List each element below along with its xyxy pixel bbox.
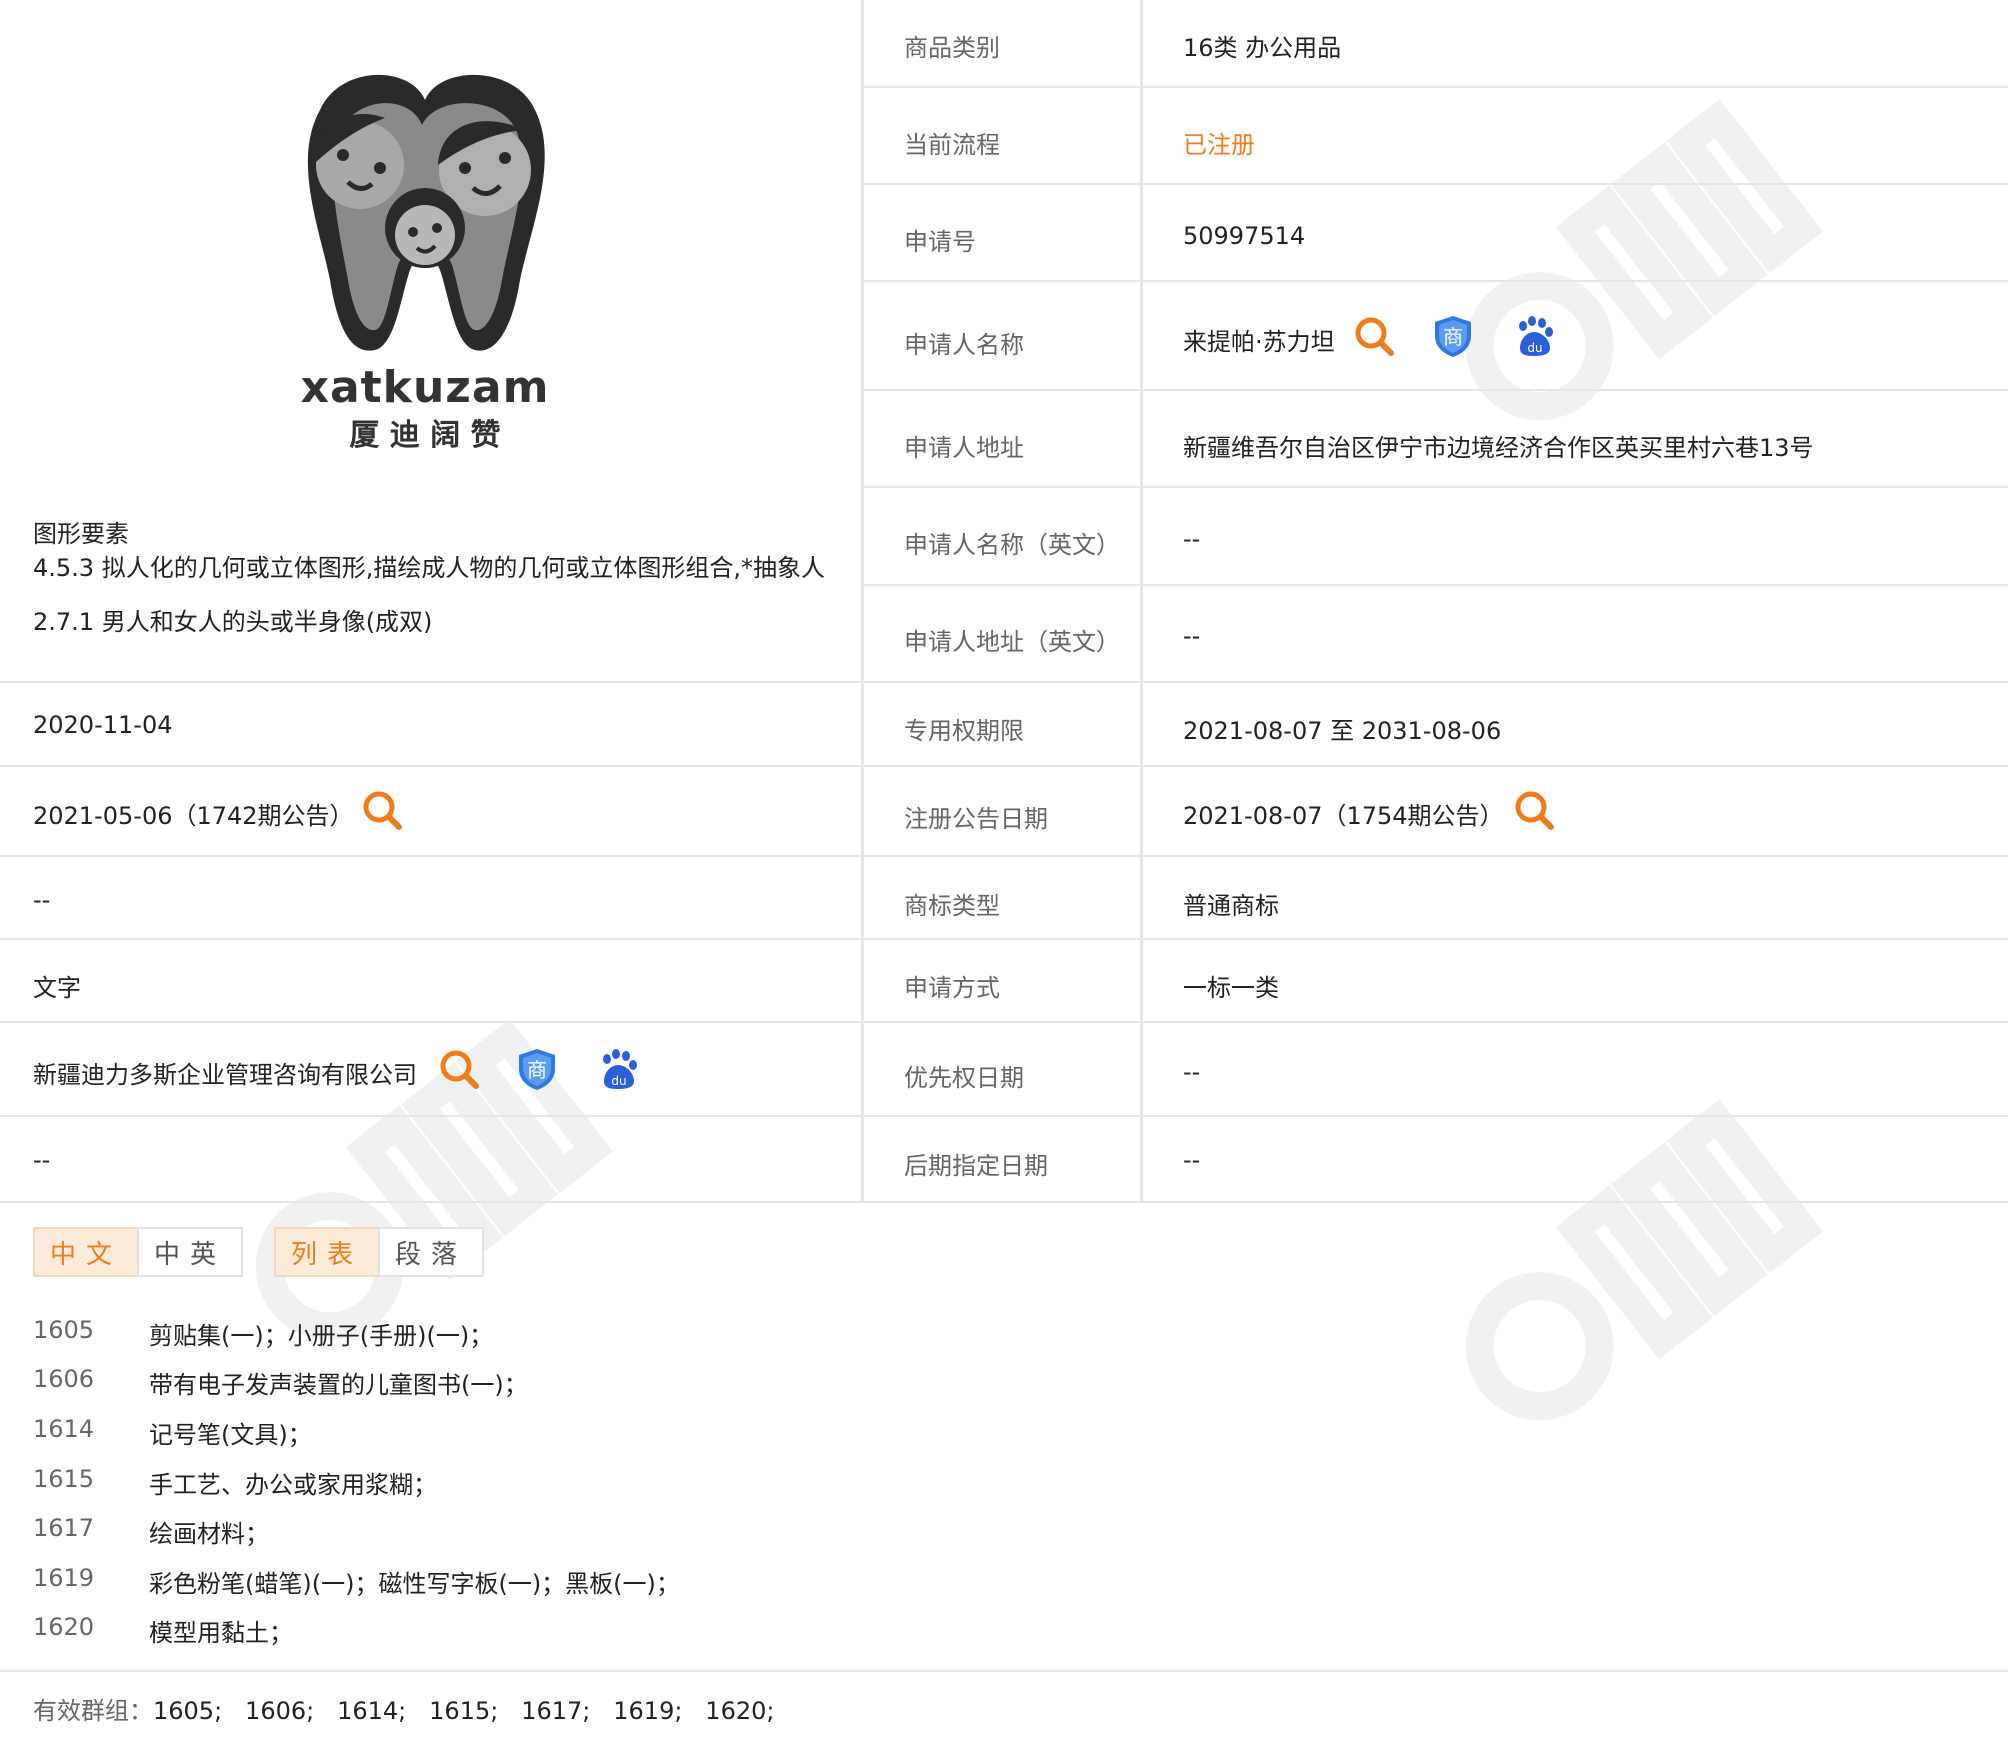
figure-element-line-2: 2.7.1 男人和女人的头或半身像(成双) [33,608,433,636]
goods-code: 1605 [33,1316,95,1344]
value-application-number: 50997514 [1183,222,1306,250]
svg-text:du: du [611,1074,626,1088]
logo-chinese-name: 厦 迪 阔 赞 [349,418,501,453]
label-registration-announcement-date: 注册公告日期 [904,805,1048,833]
figure-element-line-1: 4.5.3 拟人化的几何或立体图形,描绘成人物的几何或立体图形组合,*抽象人 [33,554,825,582]
label-exclusive-period: 专用权期限 [904,717,1024,745]
goods-text: 剪贴集(一)；小册子(手册)(一)； [149,1322,494,1350]
goods-text: 绘画材料； [149,1520,269,1548]
effective-groups-label: 有效群组： [33,1697,153,1725]
value-applicant-address-en: -- [1183,622,1201,650]
figure-elements-title: 图形要素 [33,520,129,548]
effective-groups-values: 1605; 1606; 1614; 1615; 1617; 1619; 1620… [153,1697,775,1725]
application-date: 2020-11-04 [33,711,173,739]
value-application-method: 一标一类 [1183,974,1279,1002]
label-applicant-name-en: 申请人名称（英文） [904,531,1120,559]
goods-code: 1620 [33,1613,95,1641]
label-applicant-address-en: 申请人地址（英文） [904,628,1120,656]
label-priority-date: 优先权日期 [904,1064,1024,1092]
search-icon[interactable] [1352,314,1396,358]
label-applicant-address: 申请人地址 [904,434,1024,462]
goods-text: 手工艺、办公或家用浆糊； [149,1471,437,1499]
search-icon[interactable] [360,788,404,832]
label-current-process: 当前流程 [904,131,1000,159]
tooth-family-logo-image [307,74,545,351]
label-trademark-type: 商标类型 [904,892,1000,920]
trademark-logo: xatkuzam 厦 迪 阔 赞 [280,70,570,453]
left-row-6-value: -- [33,1146,51,1174]
goods-text: 记号笔(文具)； [149,1421,312,1449]
goods-text: 模型用黏土； [149,1619,293,1647]
tab-view-list[interactable]: 列表 [274,1227,380,1277]
goods-code: 1606 [33,1365,95,1393]
baidu-paw-icon[interactable]: du [1512,314,1556,358]
value-goods-class: 16类 办公用品 [1183,34,1342,62]
effective-groups: 有效群组：1605; 1606; 1614; 1615; 1617; 1619;… [33,1699,774,1723]
goods-text: 彩色粉笔(蜡笔)(一)；磁性写字板(一)；黑板(一)； [149,1570,680,1598]
left-row-3-value: -- [33,886,51,914]
goods-code: 1614 [33,1415,95,1443]
label-applicant-name: 申请人名称 [904,331,1024,359]
svg-text:商: 商 [1443,325,1463,349]
logo-wordmark: xatkuzam [300,362,550,413]
preliminary-announcement-date: 2021-05-06（1742期公告） [33,802,354,830]
label-application-method: 申请方式 [904,974,1000,1002]
label-application-number: 申请号 [904,228,976,256]
left-row-4-value: 文字 [33,974,81,1002]
tab-lang-chinese-english[interactable]: 中英 [137,1227,243,1277]
watermark-top-right [1465,98,1824,421]
value-current-process: 已注册 [1183,131,1255,159]
search-icon[interactable] [437,1047,481,1091]
trademark-shield-icon[interactable]: 商 [515,1047,559,1091]
value-later-designation-date: -- [1183,1146,1201,1174]
value-trademark-type: 普通商标 [1183,892,1279,920]
svg-text:商: 商 [527,1058,547,1082]
label-goods-class: 商品类别 [904,34,1000,62]
value-priority-date: -- [1183,1058,1201,1086]
trademark-shield-icon[interactable]: 商 [1431,314,1475,358]
tab-lang-chinese[interactable]: 中文 [33,1227,139,1277]
label-later-designation-date: 后期指定日期 [904,1152,1048,1180]
value-registration-announcement-date: 2021-08-07（1754期公告） [1183,802,1504,830]
value-applicant-name: 来提帕·苏力坦 [1183,328,1335,356]
svg-text:du: du [1527,341,1542,355]
value-applicant-address: 新疆维吾尔自治区伊宁市边境经济合作区英买里村六巷13号 [1183,434,1814,462]
goods-code: 1617 [33,1514,95,1542]
goods-text: 带有电子发声装置的儿童图书(一)； [149,1371,528,1399]
goods-code: 1619 [33,1564,95,1592]
search-icon[interactable] [1512,788,1556,832]
baidu-paw-icon[interactable]: du [596,1047,640,1091]
goods-code: 1615 [33,1465,95,1493]
value-applicant-name-en: -- [1183,525,1201,553]
tab-view-paragraph[interactable]: 段落 [378,1227,484,1277]
value-exclusive-period: 2021-08-07 至 2031-08-06 [1183,717,1502,745]
watermark-bottom-right [1465,1098,1824,1421]
agent-name: 新疆迪力多斯企业管理咨询有限公司 [33,1061,417,1089]
